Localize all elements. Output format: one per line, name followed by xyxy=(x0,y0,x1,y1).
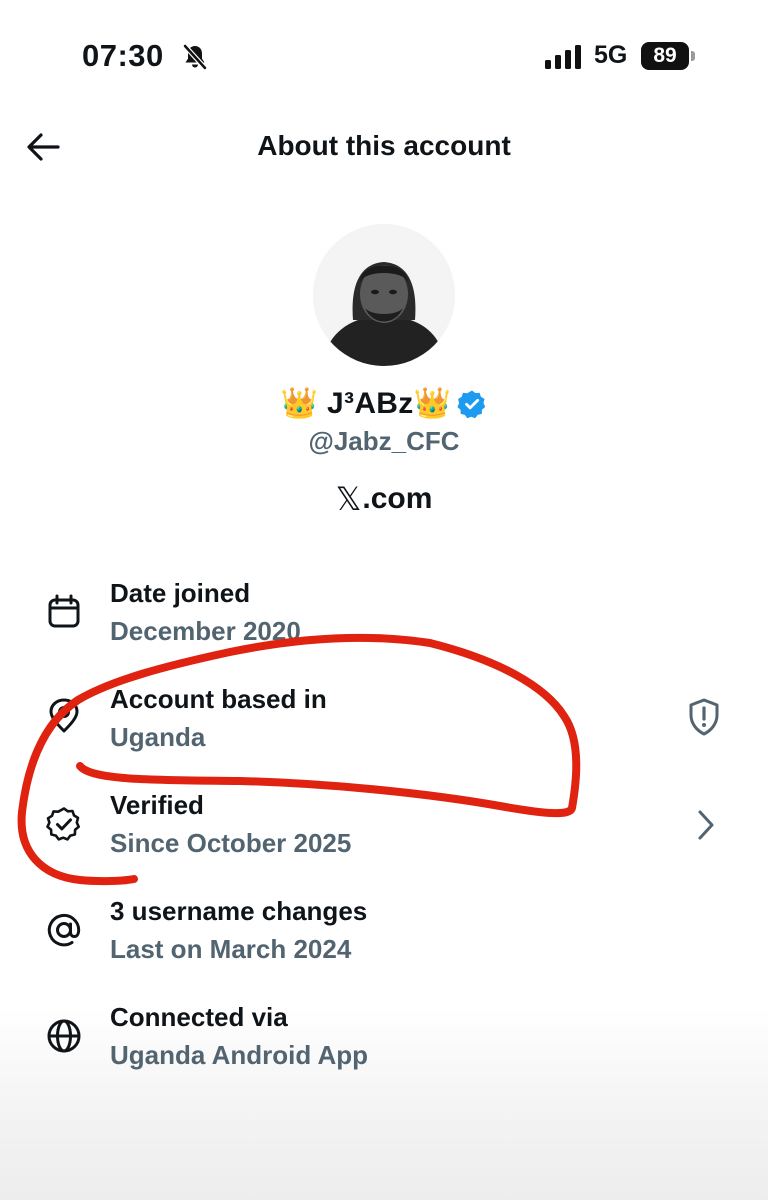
battery-icon: 89 xyxy=(641,42,689,70)
avatar[interactable] xyxy=(313,224,455,366)
profile-handle: @Jabz_CFC xyxy=(308,426,460,456)
chevron-right-icon[interactable] xyxy=(690,806,724,844)
bell-slash-icon xyxy=(183,44,207,70)
site-label: 𝕏 .com xyxy=(0,480,768,518)
row-value-date-joined: December 2020 xyxy=(110,616,301,646)
at-sign-icon xyxy=(47,914,81,947)
row-value-account-based-in: Uganda xyxy=(110,722,206,752)
globe-icon xyxy=(47,1019,81,1053)
location-pin-icon xyxy=(49,698,79,733)
row-value-verified: Since October 2025 xyxy=(110,828,352,858)
verified-check-icon xyxy=(46,807,80,841)
profile-name-row: 👑 J³ABz👑 xyxy=(0,386,768,421)
battery-level: 89 xyxy=(653,44,677,67)
row-label-account-based-in: Account based in xyxy=(110,684,327,714)
verified-badge-icon xyxy=(457,390,486,418)
signal-bars-icon xyxy=(545,45,581,69)
status-time: 07:30 xyxy=(82,38,164,73)
display-name: 👑 J³ABz👑 xyxy=(280,387,452,420)
x-logo: 𝕏 xyxy=(335,480,362,518)
row-value-connected-via: Uganda Android App xyxy=(110,1040,369,1070)
battery-cap xyxy=(691,51,695,61)
row-label-date-joined: Date joined xyxy=(110,578,251,608)
page-title: About this account xyxy=(257,130,511,161)
row-label-connected-via: Connected via xyxy=(110,1002,288,1032)
shield-alert-icon[interactable] xyxy=(687,698,721,736)
network-type: 5G xyxy=(594,41,628,69)
site-domain: .com xyxy=(362,482,433,515)
row-label-username-changes: 3 username changes xyxy=(110,896,368,926)
row-label-verified: Verified xyxy=(110,790,204,820)
calendar-icon xyxy=(48,594,80,628)
row-value-username-changes: Last on March 2024 xyxy=(110,934,352,964)
